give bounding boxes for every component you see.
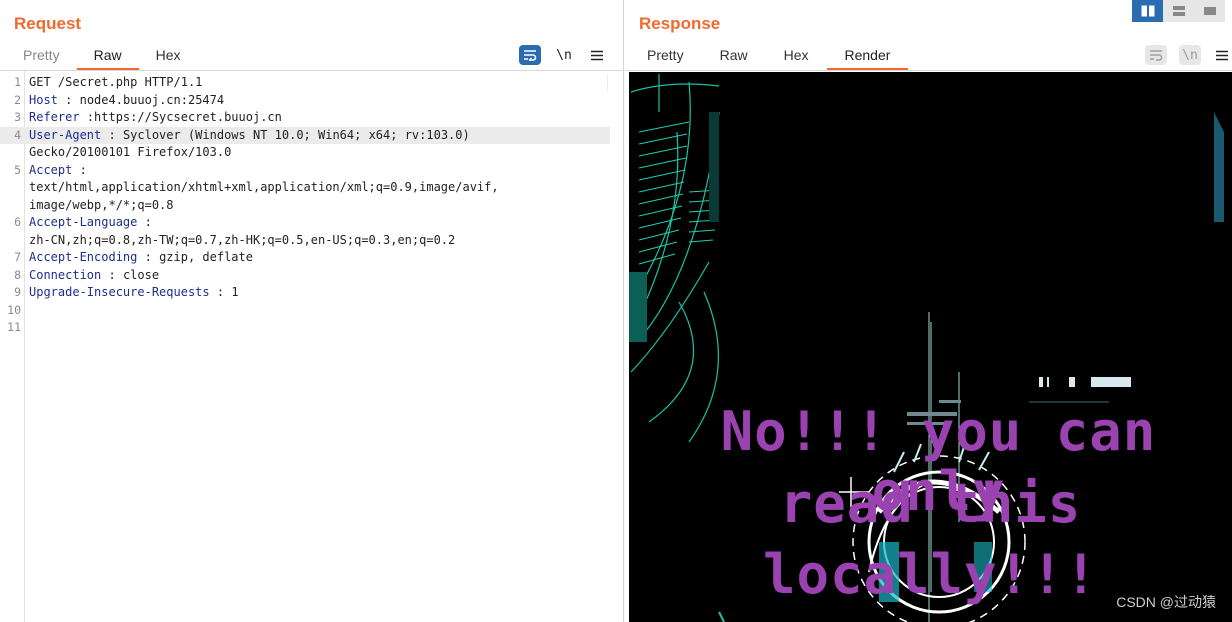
header-separator: : (101, 127, 123, 142)
hamburger-menu-icon (1216, 50, 1228, 60)
code-line: text/html,application/xhtml+xml,applicat… (0, 179, 610, 197)
header-value: 1 (231, 285, 239, 299)
header-separator: : (137, 250, 160, 264)
code-text: zh-CN,zh;q=0.8,zh-TW;q=0.7,zh-HK;q=0.5,e… (29, 232, 456, 247)
response-menu-button[interactable] (1211, 45, 1232, 65)
tab-raw[interactable]: Raw (702, 42, 766, 70)
background-art (629, 74, 1224, 622)
tab-pretty[interactable]: Pretty (629, 42, 702, 70)
line-number: 9 (14, 285, 21, 299)
hamburger-menu-icon (591, 50, 603, 60)
rendered-response: No!!! you can only read this locally!!! (629, 72, 1232, 622)
header-name: Accept-Encoding (29, 250, 138, 264)
code-text: GET /Secret.php HTTP/1.1 (29, 75, 203, 89)
header-name: Accept-Language (29, 215, 138, 229)
line-number: 3 (14, 110, 21, 124)
code-line: 7 Accept-Encoding : gzip, deflate (0, 249, 610, 267)
code-line: 5 Accept : (0, 162, 610, 180)
layout-single-button[interactable] (1194, 0, 1225, 22)
layout-toggle (1132, 0, 1225, 22)
header-value: gzip, deflate (159, 250, 253, 264)
header-line: Accept-Encoding : gzip, deflate (29, 249, 253, 267)
header-value: node4.buuoj.cn:25474 (79, 92, 225, 107)
tab-hex[interactable]: Hex (139, 42, 198, 70)
line-number: 10 (7, 302, 21, 317)
show-newlines-button[interactable]: \n (553, 45, 575, 65)
header-line: Accept : (29, 162, 87, 180)
response-tabs: Pretty Raw Hex Render (629, 42, 909, 70)
code-line: Gecko/20100101 Firefox/103.0 (0, 144, 610, 162)
request-title: Request (14, 14, 82, 33)
header-line: Host : node4.buuoj.cn:25474 (29, 92, 224, 110)
line-number: 2 (14, 92, 21, 107)
code-line: 6 Accept-Language : (0, 214, 610, 232)
response-pane: Response Pretty Raw Hex Render \n No!!! … (625, 0, 1232, 622)
header-name: User-Agent (29, 127, 102, 142)
code-line: 8 Connection : close (0, 267, 610, 285)
code-line: 1 GET /Secret.php HTTP/1.1 (0, 74, 610, 92)
header-line: Accept-Language : (29, 214, 152, 232)
request-pane: Request Pretty Raw Hex \n 1 GET /Secret.p… (0, 0, 624, 622)
response-tabs-divider (625, 70, 1232, 71)
header-line: Upgrade-Insecure-Requests : 1 (29, 284, 239, 302)
watermark: CSDN @过动猿 (1116, 594, 1216, 610)
code-line: 3 Referer :https://Sycsecret.buuoj.cn (0, 109, 610, 127)
code-line: 9 Upgrade-Insecure-Requests : 1 (0, 284, 610, 302)
stacked-layout-icon (1172, 6, 1185, 16)
code-text: text/html,application/xhtml+xml,applicat… (29, 180, 499, 194)
line-number: 6 (14, 215, 21, 229)
code-text: Gecko/20100101 Firefox/103.0 (29, 145, 232, 159)
code-line: 4 User-Agent : Syclover (Windows NT 10.0;… (0, 126, 610, 145)
code-line: 11 (0, 319, 610, 337)
line-number: 7 (14, 250, 21, 264)
tab-hex[interactable]: Hex (766, 42, 827, 70)
header-separator: : (137, 215, 152, 229)
side-by-side-layout-icon (1141, 5, 1154, 17)
header-value: close (122, 267, 160, 282)
editor-scrollbar[interactable] (607, 74, 616, 92)
wrap-lines-button[interactable] (1145, 45, 1167, 65)
line-number: 8 (14, 267, 21, 282)
request-menu-button[interactable] (586, 45, 608, 65)
header-name: Host (29, 92, 58, 107)
request-code: 1 GET /Secret.php HTTP/1.1 2 Host : node4.b… (0, 74, 610, 337)
header-name: Accept (29, 162, 73, 177)
request-tabs: Pretty Raw Hex (6, 42, 198, 70)
line-number: 4 (14, 127, 21, 142)
tab-raw[interactable]: Raw (76, 42, 139, 70)
header-name: Referer (29, 110, 80, 124)
code-line: 10 (0, 302, 610, 320)
header-value: https://Sycsecret.buuoj.cn (94, 110, 282, 124)
header-separator: : (72, 162, 87, 177)
show-newlines-button[interactable]: \n (1179, 45, 1201, 65)
code-text: image/webp,*/*;q=0.8 (29, 197, 174, 212)
wrap-lines-button[interactable] (519, 45, 541, 65)
header-separator: : (209, 285, 232, 299)
layout-stacked-button[interactable] (1163, 0, 1194, 22)
line-number: 1 (14, 75, 21, 89)
tab-pretty[interactable]: Pretty (6, 42, 77, 70)
header-separator: : (101, 267, 123, 282)
header-name: Upgrade-Insecure-Requests (29, 285, 210, 299)
header-value: Syclover (Windows NT 10.0; Win64; x64; r… (122, 127, 470, 142)
code-line: image/webp,*/*;q=0.8 (0, 197, 610, 215)
layout-side-by-side-button[interactable] (1132, 0, 1163, 22)
header-line: User-Agent : Syclover (Windows NT 10.0; … (29, 127, 470, 145)
response-title: Response (639, 14, 721, 33)
single-pane-layout-icon (1203, 7, 1216, 15)
line-number: 11 (7, 320, 21, 334)
wrap-lines-icon (1150, 50, 1163, 61)
header-line: Referer :https://Sycsecret.buuoj.cn (29, 109, 282, 127)
header-separator: : (79, 110, 95, 124)
code-line: zh-CN,zh;q=0.8,zh-TW;q=0.7,zh-HK;q=0.5,e… (0, 232, 610, 250)
render-message-line-2: read this (779, 472, 1082, 535)
wrap-lines-icon (524, 50, 537, 61)
request-editor[interactable]: 1 GET /Secret.php HTTP/1.1 2 Host : node4.b… (0, 71, 623, 622)
tab-render[interactable]: Render (826, 42, 909, 70)
header-line: Connection : close (29, 267, 159, 285)
code-line: 2 Host : node4.buuoj.cn:25474 (0, 92, 610, 110)
header-name: Connection (29, 267, 102, 282)
line-number: 5 (14, 162, 21, 177)
header-separator: : (57, 92, 80, 107)
